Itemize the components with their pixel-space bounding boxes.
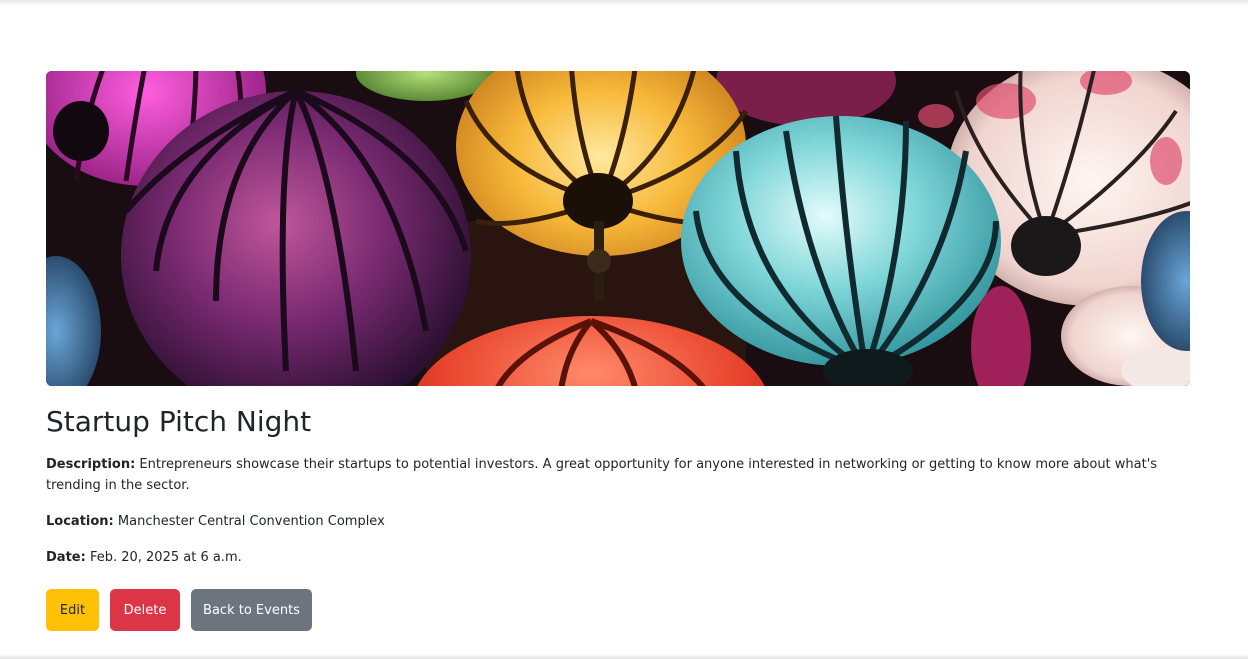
back-to-events-button[interactable]: Back to Events: [191, 589, 312, 631]
bottom-shadow: [0, 654, 1248, 659]
event-title: Startup Pitch Night: [46, 405, 312, 438]
event-description: Description: Entrepreneurs showcase thei…: [46, 454, 1186, 496]
top-shadow: [0, 0, 1248, 5]
date-text: Feb. 20, 2025 at 6 a.m.: [89, 550, 242, 565]
event-detail-page: Startup Pitch Night Description: Entrepr…: [0, 0, 1248, 659]
event-location: Location: Manchester Central Convention …: [46, 511, 1186, 532]
edit-button[interactable]: Edit: [46, 589, 99, 631]
description-text: Entrepreneurs showcase their startups to…: [46, 457, 1158, 493]
location-label: Location:: [46, 514, 114, 529]
delete-button[interactable]: Delete: [110, 589, 180, 631]
event-image: [46, 71, 1190, 386]
date-label: Date:: [46, 550, 86, 565]
event-date: Date: Feb. 20, 2025 at 6 a.m.: [46, 547, 1186, 568]
location-text: Manchester Central Convention Complex: [117, 514, 385, 529]
description-label: Description:: [46, 457, 136, 472]
